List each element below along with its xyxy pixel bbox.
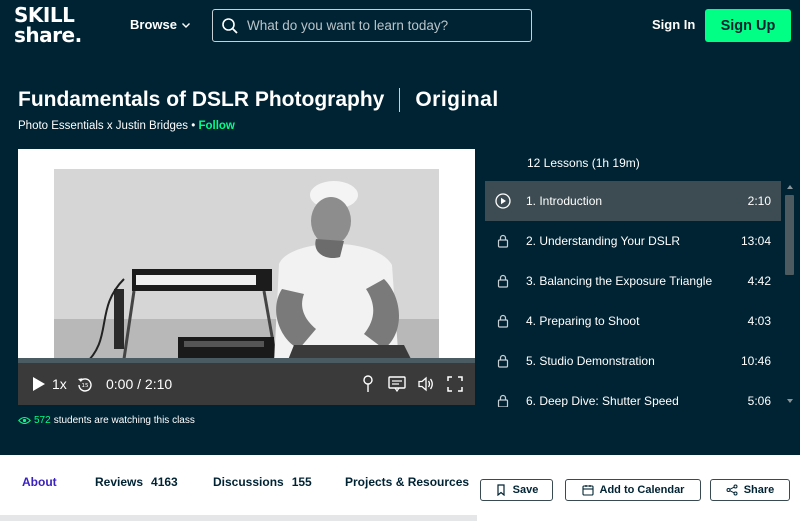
lock-icon <box>494 352 512 370</box>
tab-label: Reviews <box>95 475 144 489</box>
scroll-up-arrow[interactable] <box>783 181 796 193</box>
lesson-title: 5. Studio Demonstration <box>526 354 655 368</box>
skillshare-logo[interactable]: SKILL share. <box>14 5 100 49</box>
current-time: 0:00 <box>106 376 134 392</box>
chevron-down-icon <box>181 22 190 28</box>
search-box[interactable] <box>212 9 532 42</box>
search-icon <box>222 17 238 34</box>
course-title: Fundamentals of DSLR Photography <box>18 88 385 111</box>
sign-up-button[interactable]: Sign Up <box>705 9 791 42</box>
lesson-item-6[interactable]: 6. Deep Dive: Shutter Speed 5:06 <box>485 381 781 407</box>
horizontal-scrollbar[interactable] <box>0 515 477 521</box>
tab-label: About <box>22 475 57 489</box>
lesson-title: 2. Understanding Your DSLR <box>526 234 681 248</box>
lesson-item-2[interactable]: 2. Understanding Your DSLR 13:04 <box>485 221 781 261</box>
fullscreen-icon <box>447 376 463 392</box>
logo-line-2: share. <box>14 23 82 47</box>
tab-projects-resources[interactable]: Projects & Resources <box>345 475 469 489</box>
add-to-calendar-button[interactable]: Add to Calendar <box>565 479 701 501</box>
byline-separator: • <box>188 120 199 132</box>
rewind-button[interactable]: 15 <box>76 374 94 394</box>
lock-icon <box>494 232 512 250</box>
lesson-play-icon <box>494 192 512 210</box>
lesson-duration: 4:03 <box>747 314 771 328</box>
scroll-down-arrow[interactable] <box>783 395 796 407</box>
lesson-scrollbar[interactable] <box>783 181 796 407</box>
lesson-item-3[interactable]: 3. Balancing the Exposure Triangle 4:42 <box>485 261 781 301</box>
logo-line-1: SKILL <box>14 3 75 27</box>
calendar-label: Add to Calendar <box>599 484 685 496</box>
save-button[interactable]: Save <box>480 479 553 501</box>
tab-count: 155 <box>291 475 312 489</box>
lesson-duration: 5:06 <box>747 394 771 407</box>
svg-text:15: 15 <box>82 383 89 389</box>
scroll-thumb[interactable] <box>785 195 794 275</box>
play-button[interactable] <box>30 375 48 393</box>
pin-icon <box>363 375 373 392</box>
lesson-duration: 4:42 <box>747 274 771 288</box>
fullscreen-button[interactable] <box>446 375 464 393</box>
eye-icon <box>18 416 31 425</box>
lock-icon <box>494 392 512 407</box>
lesson-title: 4. Preparing to Shoot <box>526 314 640 328</box>
calendar-icon <box>581 485 594 496</box>
player-controls: 1x 15 0:00 / 2:10 <box>18 363 475 405</box>
video-player[interactable]: 1x 15 0:00 / 2:10 <box>18 149 475 405</box>
tab-label: Discussions <box>213 475 284 489</box>
course-title-row: Fundamentals of DSLR Photography Origina… <box>18 86 499 114</box>
bookmark-pin-button[interactable] <box>361 374 375 394</box>
original-badge: Original <box>415 88 499 111</box>
watching-count: 572 students are watching this class <box>18 415 195 426</box>
follow-link[interactable]: Follow <box>198 120 234 132</box>
search-input[interactable] <box>247 18 527 33</box>
lesson-duration: 10:46 <box>740 354 771 368</box>
volume-icon <box>418 376 433 392</box>
browse-menu[interactable]: Browse <box>130 17 191 32</box>
lesson-duration: 13:04 <box>740 234 771 248</box>
transcript-icon <box>388 376 406 392</box>
rewind-icon: 15 <box>78 378 92 392</box>
volume-button[interactable] <box>416 375 436 393</box>
lock-icon <box>494 272 512 290</box>
save-label: Save <box>512 484 539 496</box>
lesson-title: 1. Introduction <box>526 194 603 208</box>
lesson-list: 1. Introduction 2:10 2. Understanding Yo… <box>485 181 781 407</box>
lessons-header: 12 Lessons (1h 19m) <box>527 156 640 170</box>
share-button[interactable]: Share <box>710 479 790 501</box>
tab-count: 4163 <box>151 475 178 489</box>
timecode: 0:00 / 2:10 <box>106 375 172 393</box>
watching-text: students are watching this class <box>53 415 195 426</box>
video-thumbnail <box>54 169 439 365</box>
watching-number: 572 <box>34 415 51 426</box>
lesson-item-5[interactable]: 5. Studio Demonstration 10:46 <box>485 341 781 381</box>
time-separator: / <box>133 376 145 392</box>
title-divider <box>399 88 401 112</box>
play-icon <box>33 377 45 391</box>
share-icon <box>726 484 738 496</box>
top-nav: SKILL share. Browse Sign In Sign Up <box>0 0 800 52</box>
tab-label: Projects & Resources <box>345 475 470 489</box>
lock-icon <box>494 312 512 330</box>
lesson-duration: 2:10 <box>747 194 771 208</box>
playback-speed[interactable]: 1x <box>52 375 67 393</box>
lesson-title: 3. Balancing the Exposure Triangle <box>526 274 713 288</box>
photo-illustration <box>54 169 439 365</box>
course-byline: Photo Essentials x Justin Bridges • Foll… <box>18 120 235 132</box>
teacher-name[interactable]: Photo Essentials x Justin Bridges <box>18 120 188 132</box>
bookmark-icon <box>497 484 505 496</box>
transcript-button[interactable] <box>387 375 407 393</box>
lesson-title: 6. Deep Dive: Shutter Speed <box>526 394 679 407</box>
share-label: Share <box>743 484 775 496</box>
tab-discussions[interactable]: Discussions 155 <box>213 475 312 489</box>
lesson-item-4[interactable]: 4. Preparing to Shoot 4:03 <box>485 301 781 341</box>
sign-in-link[interactable]: Sign In <box>652 17 695 32</box>
tab-about[interactable]: About <box>22 475 57 489</box>
tab-reviews[interactable]: Reviews 4163 <box>95 475 178 489</box>
course-tabs-bar: About Reviews 4163 Discussions 155 Project… <box>0 455 800 521</box>
lesson-item-1[interactable]: 1. Introduction 2:10 <box>485 181 781 221</box>
total-duration: 2:10 <box>144 376 173 392</box>
browse-label: Browse <box>130 17 177 32</box>
